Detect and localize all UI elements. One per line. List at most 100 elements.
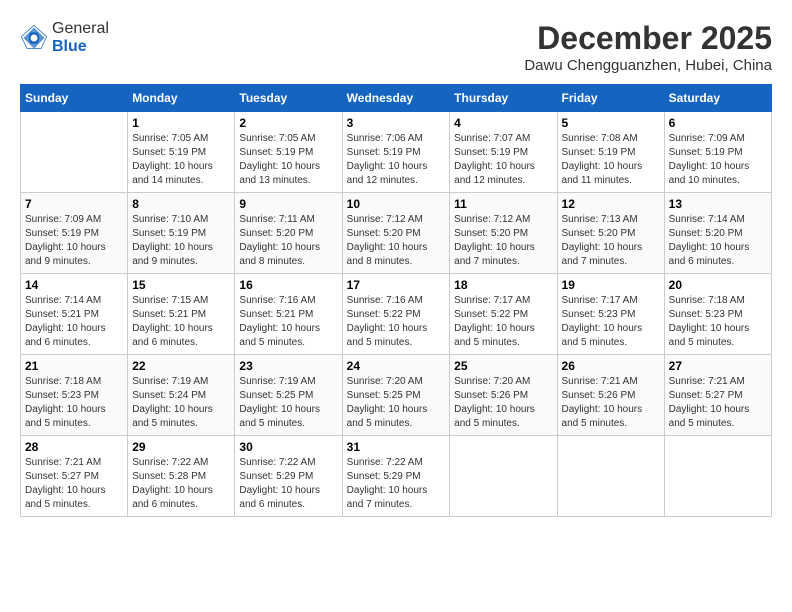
weekday-header: Sunday (21, 85, 128, 112)
calendar-cell: 6 Sunrise: 7:09 AMSunset: 5:19 PMDaylight… (664, 112, 771, 193)
calendar-cell: 12Sunrise: 7:13 AMSunset: 5:20 PMDayligh… (557, 193, 664, 274)
day-number: 16 (239, 278, 337, 292)
day-number: 11 (454, 197, 552, 211)
day-info: Sunrise: 7:16 AMSunset: 5:22 PMDaylight:… (347, 294, 446, 350)
day-number: 15 (132, 278, 230, 292)
weekday-header: Thursday (450, 85, 557, 112)
day-info: Sunrise: 7:10 AMSunset: 5:19 PMDaylight:… (132, 213, 230, 269)
day-number: 25 (454, 359, 552, 373)
day-info: Sunrise: 7:05 AMSunset: 5:19 PMDaylight:… (239, 132, 337, 188)
day-info: Sunrise: 7:12 AMSunset: 5:20 PMDaylight:… (454, 213, 552, 269)
weekday-header: Saturday (664, 85, 771, 112)
day-info: Sunrise: 7:05 AMSunset: 5:19 PMDaylight:… (132, 132, 230, 188)
day-number: 2 (239, 116, 337, 130)
calendar-cell: 9Sunrise: 7:11 AMSunset: 5:20 PMDaylight… (235, 193, 342, 274)
day-number: 13 (669, 197, 767, 211)
calendar-cell: 10 Sunrise: 7:12 AMSunset: 5:20 PMDayligh… (342, 193, 450, 274)
calendar-cell: 22Sunrise: 7:19 AMSunset: 5:24 PMDayligh… (128, 355, 235, 436)
day-info: Sunrise: 7:15 AMSunset: 5:21 PMDaylight:… (132, 294, 230, 350)
day-info: Sunrise: 7:19 AMSunset: 5:25 PMDaylight:… (239, 375, 337, 431)
day-number: 7 (25, 197, 123, 211)
day-number: 10 (347, 197, 446, 211)
calendar-cell: 28Sunrise: 7:21 AMSunset: 5:27 PMDayligh… (21, 436, 128, 517)
calendar-cell: 18 Sunrise: 7:17 AMSunset: 5:22 PMDayligh… (450, 274, 557, 355)
calendar-cell: 5 Sunrise: 7:08 AMSunset: 5:19 PMDaylight… (557, 112, 664, 193)
page-header: General Blue December 2025 Dawu Chenggua… (20, 20, 772, 74)
day-info: Sunrise: 7:17 AMSunset: 5:23 PMDaylight:… (562, 294, 660, 350)
day-info: Sunrise: 7:14 AMSunset: 5:20 PMDaylight:… (669, 213, 767, 269)
day-info: Sunrise: 7:21 AMSunset: 5:27 PMDaylight:… (669, 375, 767, 431)
weekday-header: Monday (128, 85, 235, 112)
day-number: 8 (132, 197, 230, 211)
calendar-cell: 31 Sunrise: 7:22 AMSunset: 5:29 PMDayligh… (342, 436, 450, 517)
title-block: December 2025 Dawu Chengguanzhen, Hubei,… (524, 20, 772, 74)
day-info: Sunrise: 7:08 AMSunset: 5:19 PMDaylight:… (562, 132, 660, 188)
day-info: Sunrise: 7:22 AMSunset: 5:29 PMDaylight:… (239, 456, 337, 512)
day-number: 20 (669, 278, 767, 292)
calendar-cell: 13 Sunrise: 7:14 AMSunset: 5:20 PMDayligh… (664, 193, 771, 274)
day-info: Sunrise: 7:16 AMSunset: 5:21 PMDaylight:… (239, 294, 337, 350)
day-number: 18 (454, 278, 552, 292)
calendar-cell (664, 436, 771, 517)
calendar-cell: 15 Sunrise: 7:15 AMSunset: 5:21 PMDayligh… (128, 274, 235, 355)
day-number: 4 (454, 116, 552, 130)
day-info: Sunrise: 7:22 AMSunset: 5:29 PMDaylight:… (347, 456, 446, 512)
day-number: 26 (562, 359, 660, 373)
calendar-cell (450, 436, 557, 517)
day-info: Sunrise: 7:19 AMSunset: 5:24 PMDaylight:… (132, 375, 230, 431)
weekday-header: Friday (557, 85, 664, 112)
day-number: 21 (25, 359, 123, 373)
day-number: 30 (239, 440, 337, 454)
calendar-cell: 20 Sunrise: 7:18 AMSunset: 5:23 PMDayligh… (664, 274, 771, 355)
calendar-header-row: SundayMondayTuesdayWednesdayThursdayFrid… (21, 85, 772, 112)
day-number: 31 (347, 440, 446, 454)
calendar-week-row: 28Sunrise: 7:21 AMSunset: 5:27 PMDayligh… (21, 436, 772, 517)
day-info: Sunrise: 7:12 AMSunset: 5:20 PMDaylight:… (347, 213, 446, 269)
calendar-week-row: 1Sunrise: 7:05 AMSunset: 5:19 PMDaylight… (21, 112, 772, 193)
day-number: 28 (25, 440, 123, 454)
calendar-cell: 27 Sunrise: 7:21 AMSunset: 5:27 PMDayligh… (664, 355, 771, 436)
day-info: Sunrise: 7:09 AMSunset: 5:19 PMDaylight:… (669, 132, 767, 188)
day-info: Sunrise: 7:20 AMSunset: 5:25 PMDaylight:… (347, 375, 446, 431)
day-info: Sunrise: 7:20 AMSunset: 5:26 PMDaylight:… (454, 375, 552, 431)
calendar-cell: 21 Sunrise: 7:18 AMSunset: 5:23 PMDayligh… (21, 355, 128, 436)
day-info: Sunrise: 7:17 AMSunset: 5:22 PMDaylight:… (454, 294, 552, 350)
day-number: 17 (347, 278, 446, 292)
calendar-cell: 7 Sunrise: 7:09 AMSunset: 5:19 PMDaylight… (21, 193, 128, 274)
day-info: Sunrise: 7:18 AMSunset: 5:23 PMDaylight:… (669, 294, 767, 350)
day-number: 6 (669, 116, 767, 130)
day-number: 23 (239, 359, 337, 373)
day-info: Sunrise: 7:21 AMSunset: 5:26 PMDaylight:… (562, 375, 660, 431)
calendar-cell: 8 Sunrise: 7:10 AMSunset: 5:19 PMDaylight… (128, 193, 235, 274)
day-number: 5 (562, 116, 660, 130)
day-number: 27 (669, 359, 767, 373)
calendar-table: SundayMondayTuesdayWednesdayThursdayFrid… (20, 84, 772, 517)
logo: General Blue (20, 20, 109, 56)
calendar-cell: 14Sunrise: 7:14 AMSunset: 5:21 PMDayligh… (21, 274, 128, 355)
calendar-cell: 2 Sunrise: 7:05 AMSunset: 5:19 PMDaylight… (235, 112, 342, 193)
day-info: Sunrise: 7:18 AMSunset: 5:23 PMDaylight:… (25, 375, 123, 431)
calendar-cell: 1Sunrise: 7:05 AMSunset: 5:19 PMDaylight… (128, 112, 235, 193)
day-number: 14 (25, 278, 123, 292)
calendar-cell (557, 436, 664, 517)
calendar-cell: 11 Sunrise: 7:12 AMSunset: 5:20 PMDayligh… (450, 193, 557, 274)
location-subtitle: Dawu Chengguanzhen, Hubei, China (524, 57, 772, 74)
day-info: Sunrise: 7:09 AMSunset: 5:19 PMDaylight:… (25, 213, 123, 269)
calendar-cell: 29Sunrise: 7:22 AMSunset: 5:28 PMDayligh… (128, 436, 235, 517)
day-number: 24 (347, 359, 446, 373)
day-number: 3 (347, 116, 446, 130)
day-info: Sunrise: 7:22 AMSunset: 5:28 PMDaylight:… (132, 456, 230, 512)
calendar-week-row: 14Sunrise: 7:14 AMSunset: 5:21 PMDayligh… (21, 274, 772, 355)
day-number: 9 (239, 197, 337, 211)
calendar-week-row: 21 Sunrise: 7:18 AMSunset: 5:23 PMDayligh… (21, 355, 772, 436)
calendar-cell: 24 Sunrise: 7:20 AMSunset: 5:25 PMDayligh… (342, 355, 450, 436)
logo-text: General Blue (52, 20, 109, 56)
day-info: Sunrise: 7:07 AMSunset: 5:19 PMDaylight:… (454, 132, 552, 188)
weekday-header: Tuesday (235, 85, 342, 112)
day-info: Sunrise: 7:06 AMSunset: 5:19 PMDaylight:… (347, 132, 446, 188)
calendar-cell: 16 Sunrise: 7:16 AMSunset: 5:21 PMDayligh… (235, 274, 342, 355)
calendar-cell (21, 112, 128, 193)
logo-icon (20, 24, 48, 52)
calendar-cell: 19Sunrise: 7:17 AMSunset: 5:23 PMDayligh… (557, 274, 664, 355)
day-info: Sunrise: 7:13 AMSunset: 5:20 PMDaylight:… (562, 213, 660, 269)
